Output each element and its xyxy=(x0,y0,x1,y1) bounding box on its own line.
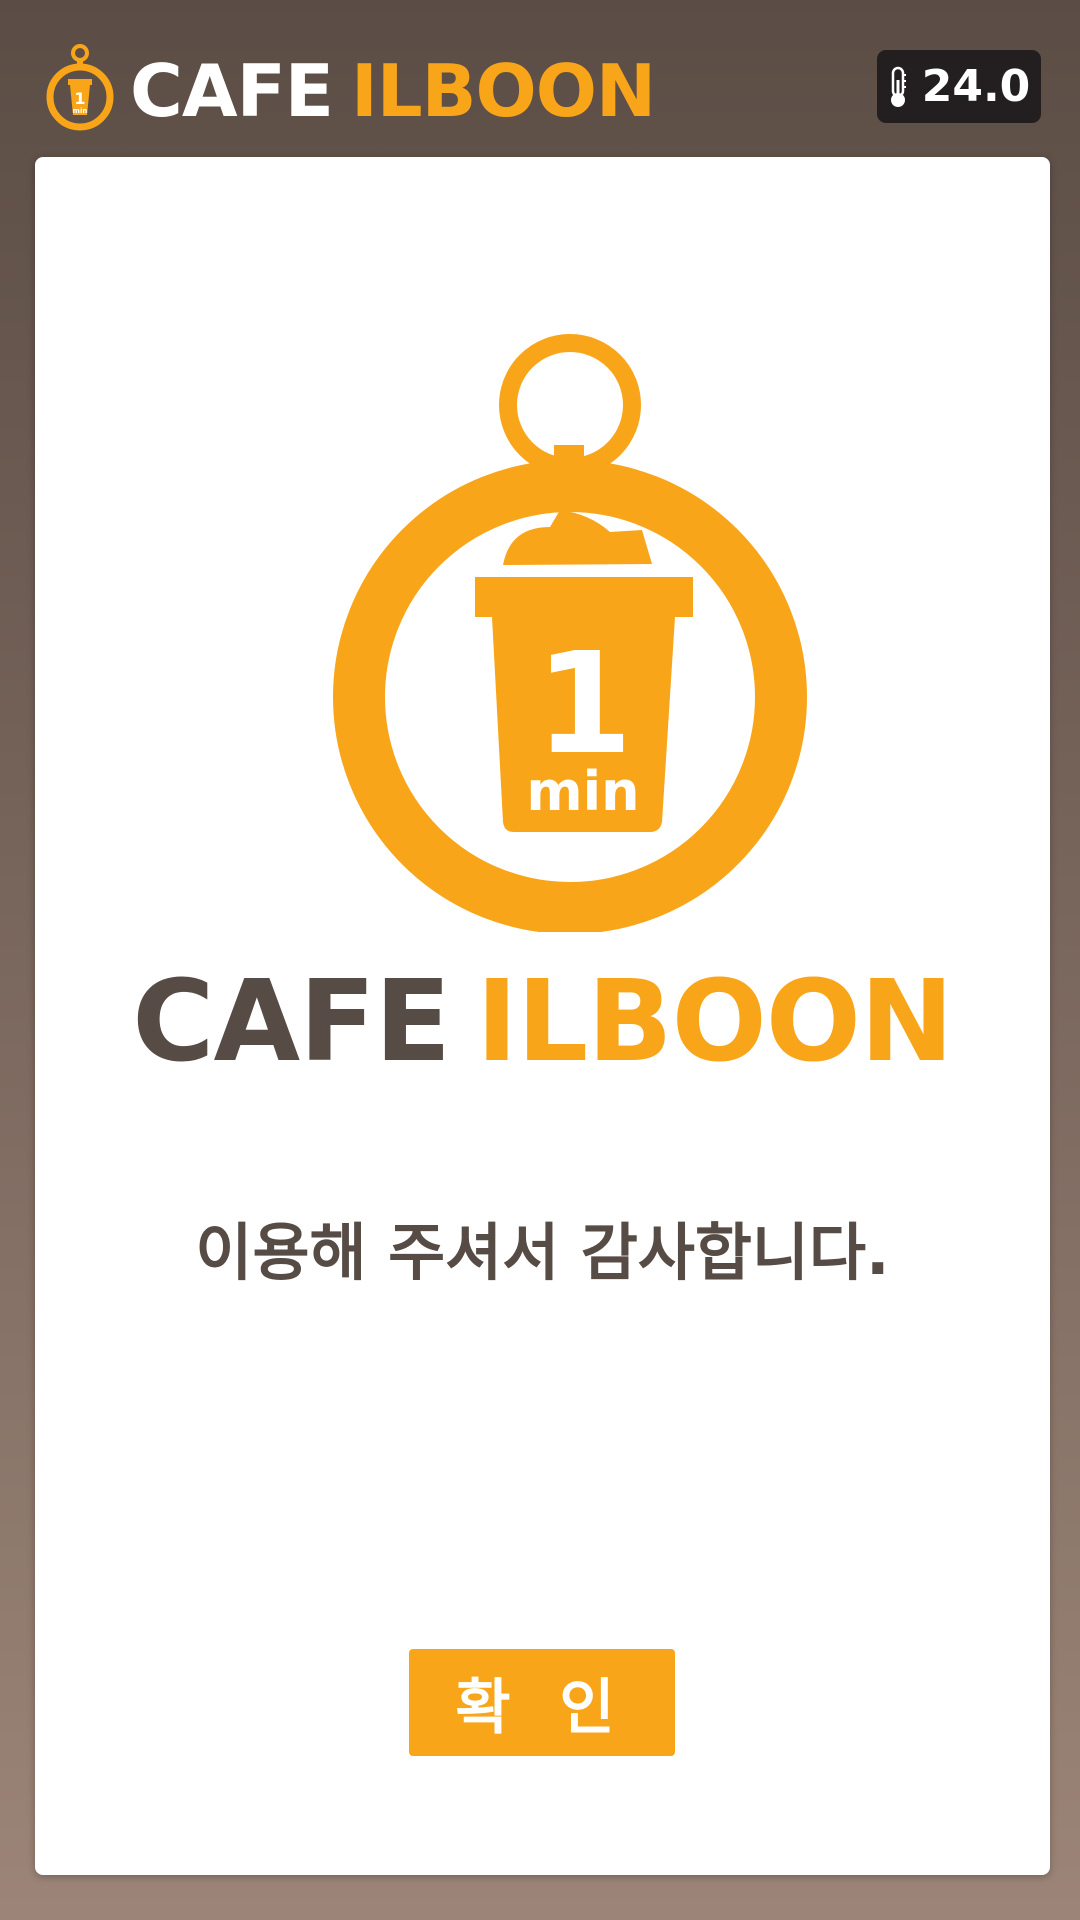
main-brand-first: CAFE xyxy=(132,957,451,1087)
temperature-value: 24.0 xyxy=(921,61,1031,112)
header-logo: 1 min CAFE ILBOON xyxy=(44,42,656,133)
thank-you-card: 1 min CAFE ILBOON 이용해 주셔서 감사합니다. 확 인 xyxy=(35,157,1050,1875)
thank-you-message: 이용해 주셔서 감사합니다. xyxy=(195,1216,890,1289)
app-header: 1 min CAFE ILBOON 24.0 xyxy=(0,0,1080,160)
main-brand-second: ILBOON xyxy=(476,957,954,1087)
confirm-button[interactable]: 확 인 xyxy=(409,1649,675,1756)
temperature-badge: 24.0 xyxy=(877,50,1041,123)
stopwatch-cup-icon: 1 min xyxy=(333,334,807,932)
header-brand-second: ILBOON xyxy=(350,49,656,133)
header-brand-name: CAFE ILBOON xyxy=(130,49,656,133)
main-brand-name: CAFE ILBOON xyxy=(35,957,1050,1087)
stopwatch-cup-icon: 1 min xyxy=(46,44,114,131)
header-logo-unit: min xyxy=(73,107,88,115)
thermometer-icon xyxy=(890,66,906,107)
header-brand-first: CAFE xyxy=(130,49,334,133)
main-logo-unit: min xyxy=(526,760,639,823)
header-logo-number: 1 xyxy=(74,89,85,108)
